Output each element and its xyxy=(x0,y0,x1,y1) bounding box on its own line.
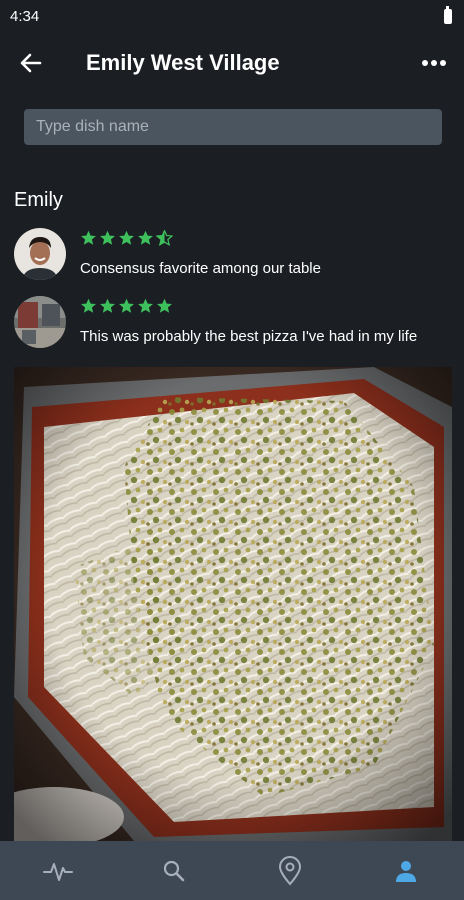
star-full-icon xyxy=(157,298,172,313)
status-bar: 4:34 xyxy=(0,0,464,32)
dish-photo[interactable] xyxy=(14,367,452,841)
section-title: Emily xyxy=(14,189,63,211)
star-half-icon xyxy=(156,230,173,246)
back-button[interactable] xyxy=(16,48,46,78)
rating-stars xyxy=(80,230,173,246)
profile-icon xyxy=(396,860,416,882)
nav-profile[interactable] xyxy=(381,846,431,896)
activity-icon xyxy=(43,862,73,881)
star-full-icon xyxy=(81,230,96,245)
review-item: This was probably the best pizza I've ha… xyxy=(14,296,454,358)
search-icon xyxy=(163,860,185,881)
star-full-icon xyxy=(138,230,153,245)
bottom-navigation xyxy=(0,841,464,900)
avatar[interactable] xyxy=(14,296,66,348)
app-header: Emily West Village xyxy=(0,38,464,88)
review-text: Consensus favorite among our table xyxy=(80,260,321,277)
review-item: Consensus favorite among our table xyxy=(14,228,454,284)
review-text: This was probably the best pizza I've ha… xyxy=(80,328,418,345)
page-title: Emily West Village xyxy=(86,50,280,75)
more-horizontal-icon xyxy=(422,60,446,66)
location-pin-icon xyxy=(278,855,302,885)
star-full-icon xyxy=(119,298,134,313)
star-full-icon xyxy=(81,298,96,313)
nav-location[interactable] xyxy=(265,846,315,896)
nav-search[interactable] xyxy=(149,846,199,896)
rating-stars xyxy=(80,298,173,314)
nav-activity[interactable] xyxy=(33,846,83,896)
battery-icon xyxy=(444,5,452,24)
star-full-icon xyxy=(138,298,153,313)
status-time: 4:34 xyxy=(10,7,40,25)
avatar[interactable] xyxy=(14,228,66,280)
star-full-icon xyxy=(100,230,115,245)
dish-search-input[interactable] xyxy=(24,109,442,145)
arrow-left-icon xyxy=(20,53,42,73)
more-options-button[interactable] xyxy=(418,48,450,78)
star-full-icon xyxy=(100,298,115,313)
star-full-icon xyxy=(119,230,134,245)
